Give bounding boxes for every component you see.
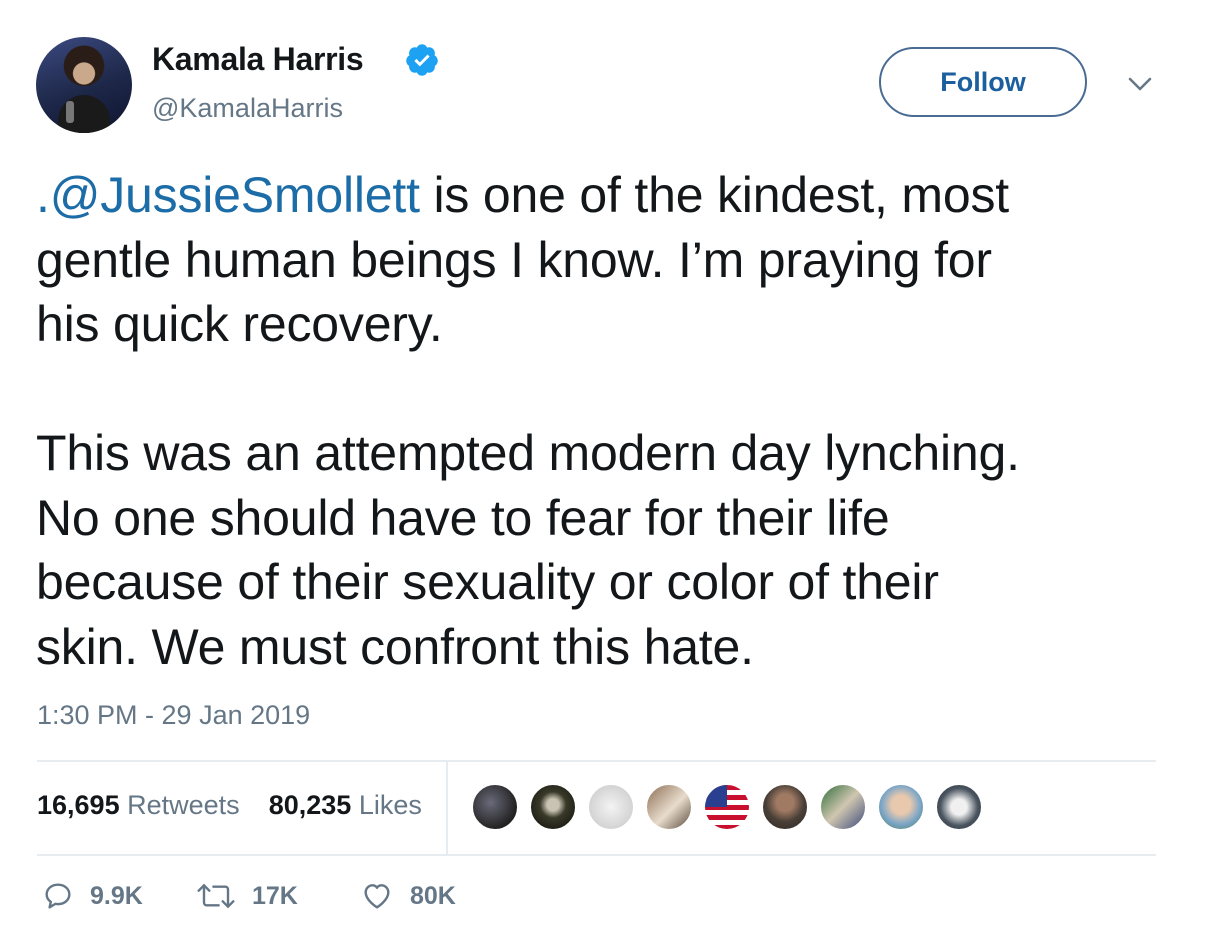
retweet-action[interactable]: 17K	[196, 880, 298, 912]
liker-avatar[interactable]	[819, 783, 867, 831]
reply-count: 9.9K	[90, 881, 143, 910]
liker-avatar[interactable]	[587, 783, 635, 831]
reply-action[interactable]: 9.9K	[42, 880, 143, 912]
liker-avatar[interactable]	[703, 783, 751, 831]
verified-badge-icon	[406, 44, 438, 76]
retweets-count: 16,695	[37, 790, 120, 820]
retweet-icon	[197, 884, 235, 908]
avatar[interactable]	[36, 37, 132, 133]
liker-avatar[interactable]	[471, 783, 519, 831]
follow-button[interactable]: Follow	[879, 47, 1087, 117]
divider-bottom	[37, 854, 1156, 856]
tweet-stats: 16,695 Retweets 80,235 Likes	[37, 790, 422, 821]
liker-avatar[interactable]	[877, 783, 925, 831]
likes-count: 80,235	[268, 790, 352, 820]
chevron-down-icon[interactable]	[1126, 74, 1154, 94]
microphone-icon	[66, 101, 74, 123]
liker-avatar[interactable]	[761, 783, 809, 831]
author-name[interactable]: Kamala Harris	[152, 41, 364, 78]
liker-avatar[interactable]	[935, 783, 983, 831]
liker-avatar[interactable]	[529, 783, 577, 831]
like-action[interactable]: 80K	[360, 880, 456, 912]
heart-icon	[364, 884, 390, 909]
divider-top	[37, 760, 1156, 762]
mention-link[interactable]: .@JussieSmollett	[36, 167, 420, 223]
reply-icon	[45, 883, 71, 909]
like-count: 80K	[410, 881, 456, 910]
likes-stat[interactable]: 80,235 Likes	[269, 790, 422, 820]
likes-label: Likes	[358, 790, 422, 820]
tweet-body: is one of the kindest, most gentle human…	[36, 167, 1020, 675]
liker-avatar[interactable]	[645, 783, 693, 831]
retweets-label: Retweets	[127, 790, 240, 820]
stats-separator	[446, 762, 448, 854]
tweet-text: .@JussieSmollett is one of the kindest, …	[36, 163, 1176, 679]
retweets-stat[interactable]: 16,695 Retweets	[37, 790, 240, 820]
tweet-timestamp[interactable]: 1:30 PM - 29 Jan 2019	[37, 700, 310, 731]
retweet-count: 17K	[252, 881, 298, 910]
author-handle[interactable]: @KamalaHarris	[152, 93, 343, 124]
